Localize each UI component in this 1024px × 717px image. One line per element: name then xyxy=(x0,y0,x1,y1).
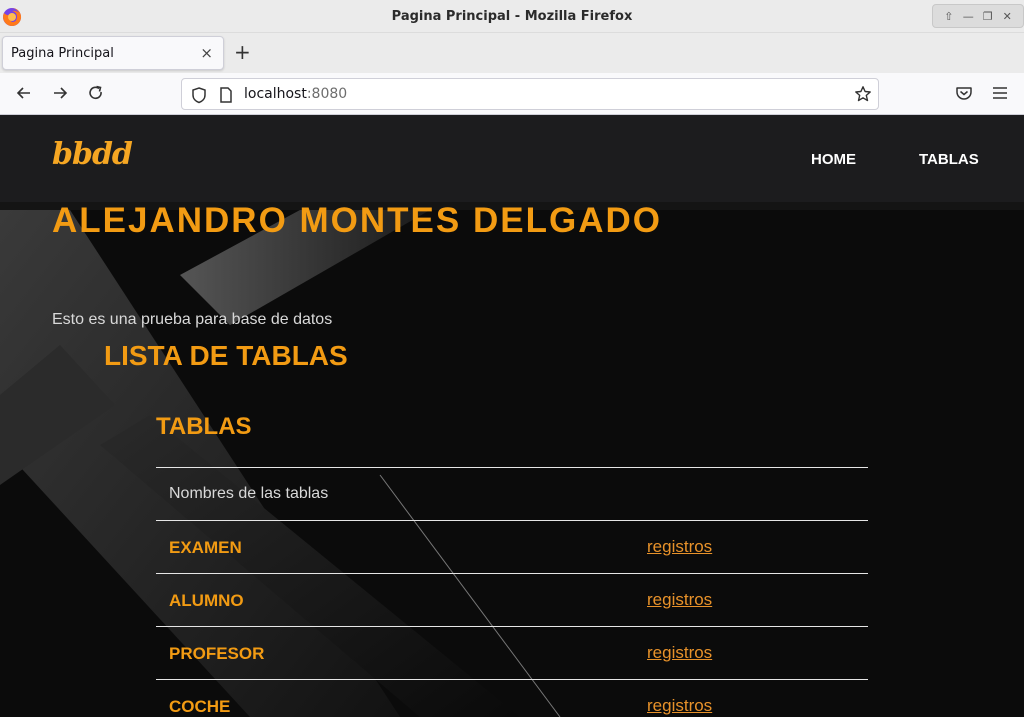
navigation-toolbar: localhost:8080 xyxy=(0,73,1024,115)
hamburger-menu-icon[interactable] xyxy=(990,83,1010,103)
url-host: localhost xyxy=(244,86,307,102)
tracking-protection-shield-icon[interactable] xyxy=(190,86,208,104)
table-name-cell: ALUMNO xyxy=(169,591,244,610)
tab-bar: Pagina Principal × + xyxy=(0,33,1024,73)
table-row: ALUMNO registros xyxy=(156,573,868,626)
registros-link[interactable]: registros xyxy=(647,537,712,557)
table-header-row: Nombres de las tablas xyxy=(156,467,868,520)
back-arrow-icon[interactable] xyxy=(14,83,34,103)
window-minimize-button[interactable]: — xyxy=(960,10,976,23)
web-page: bbdd HOME TABLAS ALEJANDRO MONTES DELGAD… xyxy=(0,115,1024,717)
bookmark-star-icon[interactable] xyxy=(854,85,872,103)
table-row: EXAMEN registros xyxy=(156,520,868,573)
tables-card-title: TABLAS xyxy=(156,413,252,440)
nav-link-home[interactable]: HOME xyxy=(811,151,856,168)
page-info-icon[interactable] xyxy=(218,86,234,104)
window-titlebar: Pagina Principal - Mozilla Firefox ⇧ — ❐… xyxy=(0,0,1024,33)
url-text[interactable]: localhost:8080 xyxy=(244,86,347,102)
window-title: Pagina Principal - Mozilla Firefox xyxy=(391,9,633,24)
forward-arrow-icon[interactable] xyxy=(50,83,70,103)
registros-link[interactable]: registros xyxy=(647,643,712,663)
hero-heading: ALEJANDRO MONTES DELGADO xyxy=(52,201,662,240)
window-close-button[interactable]: ✕ xyxy=(999,10,1015,23)
reload-icon[interactable] xyxy=(86,83,106,103)
table-name-cell: PROFESOR xyxy=(169,644,265,663)
table-row: PROFESOR registros xyxy=(156,626,868,679)
window-maximize-button[interactable]: ❐ xyxy=(980,10,996,23)
registros-link[interactable]: registros xyxy=(647,590,712,610)
tab-pagina-principal[interactable]: Pagina Principal × xyxy=(2,36,224,70)
table-name-cell: COCHE xyxy=(169,697,231,716)
table-name-cell: EXAMEN xyxy=(169,538,242,557)
new-tab-button[interactable]: + xyxy=(234,40,251,64)
tables-list: Nombres de las tablas EXAMEN registros A… xyxy=(156,467,868,717)
url-port: :8080 xyxy=(306,86,348,102)
registros-link[interactable]: registros xyxy=(647,696,712,716)
table-row: COCHE registros xyxy=(156,679,868,717)
table-header-cell: Nombres de las tablas xyxy=(169,485,329,502)
nav-link-tablas[interactable]: TABLAS xyxy=(919,151,979,168)
section-title: LISTA DE TABLAS xyxy=(104,340,348,371)
window-controls: ⇧ — ❐ ✕ xyxy=(932,4,1024,28)
url-bar[interactable]: localhost:8080 xyxy=(181,78,879,110)
site-header: bbdd HOME TABLAS xyxy=(0,115,1024,202)
intro-text: Esto es una prueba para base de datos xyxy=(52,311,333,328)
pocket-icon[interactable] xyxy=(954,83,974,103)
tab-close-icon[interactable]: × xyxy=(200,44,213,62)
site-logo[interactable]: bbdd xyxy=(52,137,133,172)
window-shade-button[interactable]: ⇧ xyxy=(941,10,957,23)
tab-label: Pagina Principal xyxy=(11,46,114,61)
